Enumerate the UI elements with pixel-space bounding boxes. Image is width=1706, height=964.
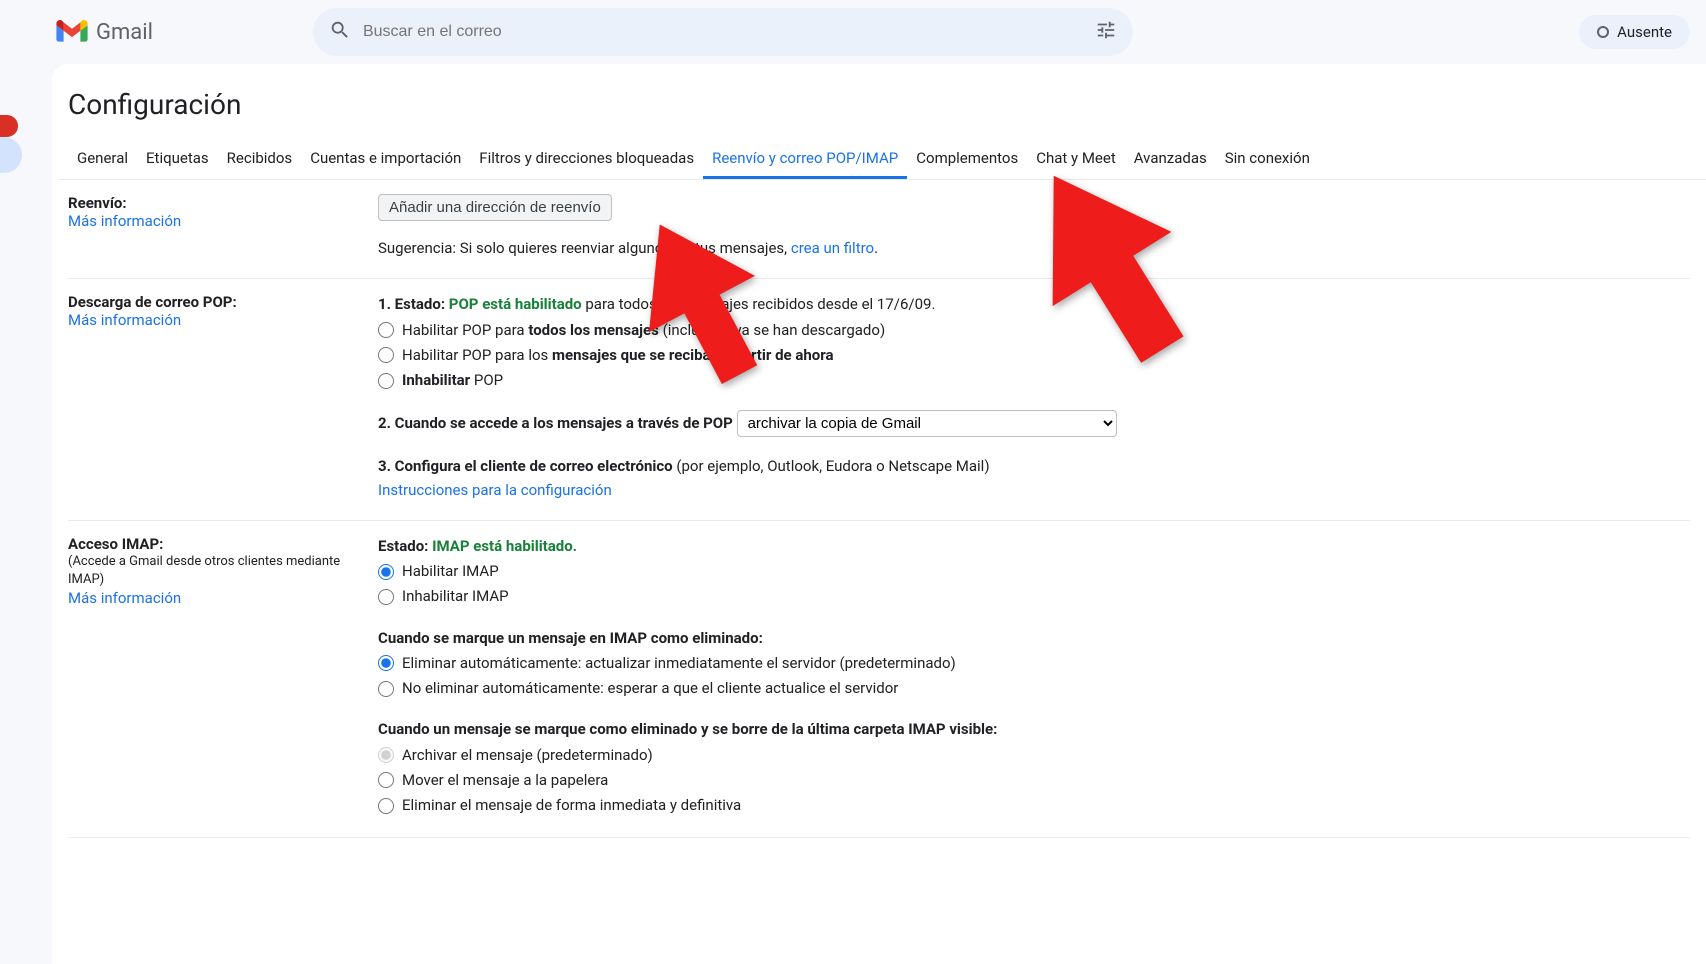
section-pop: Descarga de correo POP: Más información … (68, 279, 1690, 521)
tab-filters[interactable]: Filtros y direcciones bloqueadas (470, 139, 703, 179)
pop-option-now[interactable]: Habilitar POP para los mensajes que se r… (378, 344, 1690, 367)
tab-accounts[interactable]: Cuentas e importación (301, 139, 470, 179)
imap-del-option-wait[interactable]: No eliminar automáticamente: esperar a q… (378, 677, 1690, 700)
settings-tabs: General Etiquetas Recibidos Cuentas e im… (58, 139, 1706, 180)
tab-labels[interactable]: Etiquetas (137, 139, 218, 179)
forwarding-more-info-link[interactable]: Más información (68, 212, 358, 230)
page-title: Configuración (58, 84, 1706, 139)
app-name: Gmail (96, 20, 153, 45)
imap-lf-option-archive[interactable]: Archivar el mensaje (predeterminado) (378, 744, 1690, 767)
forwarding-tip-suffix: . (874, 239, 878, 257)
imap-enabled-status: IMAP está habilitado. (432, 537, 577, 555)
imap-lf-radio-trash[interactable] (378, 772, 394, 788)
imap-lf-radio-delete[interactable] (378, 798, 394, 814)
pop-option-all[interactable]: Habilitar POP para todos los mensajes (i… (378, 319, 1690, 342)
tab-advanced[interactable]: Avanzadas (1125, 139, 1216, 179)
imap-lastfolder-header: Cuando un mensaje se marque como elimina… (378, 718, 1690, 741)
imap-deleted-header: Cuando se marque un mensaje en IMAP como… (378, 627, 1690, 650)
imap-option-enable[interactable]: Habilitar IMAP (378, 560, 1690, 583)
top-bar: Gmail Ausente (0, 0, 1706, 64)
tab-offline[interactable]: Sin conexión (1216, 139, 1319, 179)
imap-radio-enable[interactable] (378, 564, 394, 580)
pop-title: Descarga de correo POP: (68, 293, 358, 311)
imap-lf-option-trash[interactable]: Mover el mensaje a la papelera (378, 769, 1690, 792)
forwarding-tip: Sugerencia: Si solo quieres reenviar alg… (378, 237, 1690, 260)
tab-general[interactable]: General (68, 139, 137, 179)
search-bar[interactable] (313, 8, 1133, 56)
imap-subtitle: (Accede a Gmail desde otros clientes med… (68, 553, 358, 589)
imap-del-radio-wait[interactable] (378, 681, 394, 697)
sidebar-active-hint (0, 137, 22, 173)
logo-area[interactable]: Gmail (16, 20, 153, 45)
pop-configure-link[interactable]: Instrucciones para la configuración (378, 479, 1690, 502)
presence-status-button[interactable]: Ausente (1579, 15, 1690, 49)
sidebar-badge (0, 115, 18, 137)
main-content: Configuración General Etiquetas Recibido… (52, 64, 1706, 964)
tune-icon[interactable] (1095, 19, 1117, 45)
tab-addons[interactable]: Complementos (907, 139, 1027, 179)
imap-option-disable[interactable]: Inhabilitar IMAP (378, 585, 1690, 608)
imap-lf-option-delete[interactable]: Eliminar el mensaje de forma inmediata y… (378, 794, 1690, 817)
status-away-icon (1597, 26, 1609, 38)
pop-more-info-link[interactable]: Más información (68, 311, 358, 329)
search-icon (329, 19, 351, 45)
forwarding-title: Reenvío: (68, 194, 358, 212)
pop-access-select[interactable]: archivar la copia de Gmail (737, 410, 1117, 437)
pop-access-row: 2. Cuando se accede a los mensajes a tra… (378, 410, 1690, 437)
pop-status-line: 1. Estado: POP está habilitado para todo… (378, 293, 1690, 316)
imap-del-radio-auto[interactable] (378, 655, 394, 671)
create-filter-link[interactable]: crea un filtro (791, 239, 874, 257)
status-text: Ausente (1617, 23, 1672, 41)
imap-lf-radio-archive[interactable] (378, 747, 394, 763)
imap-radio-disable[interactable] (378, 589, 394, 605)
pop-enabled-status: POP está habilitado (449, 295, 582, 313)
section-forwarding: Reenvío: Más información Añadir una dire… (68, 180, 1690, 279)
pop-radio-now[interactable] (378, 347, 394, 363)
imap-status-line: Estado: IMAP está habilitado. (378, 535, 1690, 558)
search-input[interactable] (363, 23, 1095, 41)
forwarding-tip-text: Sugerencia: Si solo quieres reenviar alg… (378, 239, 791, 257)
imap-more-info-link[interactable]: Más información (68, 589, 358, 607)
pop-radio-disable[interactable] (378, 373, 394, 389)
section-imap: Acceso IMAP: (Accede a Gmail desde otros… (68, 521, 1690, 839)
gmail-logo-icon (56, 20, 88, 44)
pop-radio-all[interactable] (378, 322, 394, 338)
imap-del-option-auto[interactable]: Eliminar automáticamente: actualizar inm… (378, 652, 1690, 675)
tab-forwarding-pop-imap[interactable]: Reenvío y correo POP/IMAP (703, 139, 907, 179)
add-forwarding-address-button[interactable]: Añadir una dirección de reenvío (378, 194, 612, 221)
pop-option-disable[interactable]: Inhabilitar POP (378, 369, 1690, 392)
tab-chat-meet[interactable]: Chat y Meet (1027, 139, 1125, 179)
tab-inbox[interactable]: Recibidos (218, 139, 302, 179)
pop-configure-row: 3. Configura el cliente de correo electr… (378, 455, 1690, 478)
imap-title: Acceso IMAP: (68, 535, 358, 553)
